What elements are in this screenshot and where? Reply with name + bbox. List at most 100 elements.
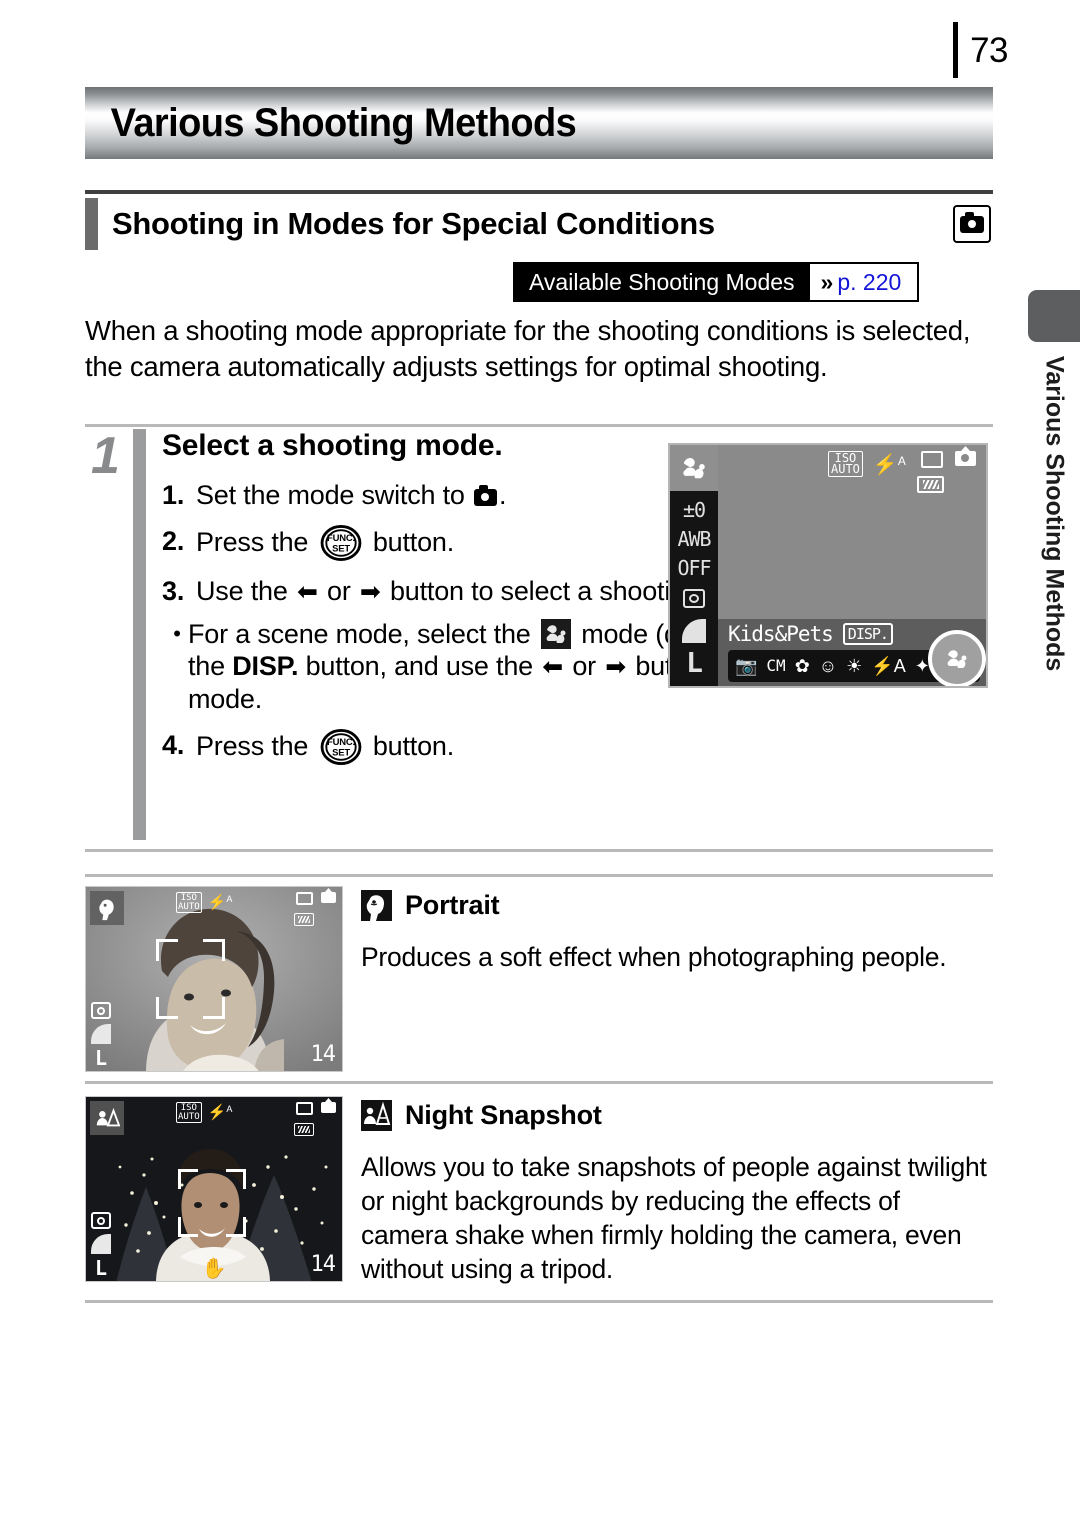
drive-mode-icon [921, 451, 943, 468]
digital-macro-icon[interactable]: ✿ [795, 657, 810, 675]
image-size-value: L [94, 1256, 108, 1280]
shots-remaining: 14 [310, 1252, 336, 1277]
side-tab-cap [1028, 290, 1080, 342]
substep-2-post: button. [365, 527, 455, 557]
step-accent-bar [133, 429, 146, 840]
af-frame-corner [178, 1217, 198, 1237]
side-tab-label: Various Shooting Methods [1040, 356, 1069, 672]
thumb-top-right-icons [296, 892, 336, 905]
auto-camera-icon[interactable]: 📷 [735, 657, 757, 675]
my-colors-off-value[interactable]: OFF [677, 558, 711, 578]
night-snapshot-icon [361, 1100, 392, 1131]
thumb-top-icons: ISO AUTO ⚡A [176, 1102, 232, 1123]
kids-and-pets-icon [947, 650, 967, 668]
af-frame-corner [226, 1169, 246, 1189]
func-set-button-icon: FUNC.SET [320, 525, 361, 561]
selected-mode-name: Kids&Pets [728, 622, 834, 646]
night-snapshot-mode-indicator-icon [90, 1101, 124, 1135]
svg-text:FUNC.: FUNC. [327, 737, 355, 748]
disp-button-label: DISP. [232, 651, 299, 681]
indoor-a-icon[interactable]: ⚡A [871, 657, 905, 675]
separator-above-night-snapshot [85, 1081, 993, 1084]
exposure-compensation-value[interactable]: ±0 [683, 500, 706, 520]
af-frame-corner [156, 997, 178, 1019]
portrait-mode-info: Portrait Produces a soft effect when pho… [361, 886, 993, 1072]
flash-auto-icon: ⚡A [207, 894, 233, 911]
double-chevron-right-icon: » [820, 268, 834, 295]
right-arrow-icon: ➡ [605, 653, 627, 681]
chapter-title-bar: Various Shooting Methods [85, 87, 993, 159]
mode-selection-bar[interactable]: 📷 CM ✿ ☺ ☀ ⚡A ✦ [728, 630, 986, 686]
night-snapshot-description: Allows you to take snapshots of people a… [361, 1152, 987, 1284]
page-number-rule [953, 22, 959, 78]
separator-above-portrait-upper [85, 849, 993, 852]
kids-and-pets-icon [683, 458, 705, 479]
camera-mode-icon [321, 892, 336, 903]
metering-icon [91, 1002, 111, 1019]
section-heading: Shooting in Modes for Special Conditions [85, 190, 993, 252]
quality-icon [91, 1024, 111, 1044]
intro-paragraph: When a shooting mode appropriate for the… [85, 315, 971, 382]
section-heading-row: Shooting in Modes for Special Conditions [85, 196, 993, 252]
right-arrow-icon: ➡ [359, 578, 381, 606]
camera-icon [474, 485, 498, 506]
battery-icon [294, 913, 314, 926]
substep-4: 4. Press the FUNC. SET button. [162, 729, 993, 765]
selected-mode-highlight[interactable] [928, 630, 986, 686]
portrait-mode-indicator-icon [90, 891, 124, 925]
substep-2-pre: Press the [196, 527, 316, 557]
separator-above-portrait [85, 874, 993, 877]
substep-1-post: . [499, 480, 507, 510]
left-arrow-icon: ⬅ [296, 578, 318, 606]
disp-button-hint: DISP. [842, 623, 893, 645]
substep-4-text: Press the FUNC. SET button. [196, 729, 993, 765]
night-snapshot-title-row: Night Snapshot [361, 1100, 993, 1131]
lcd-live-view: ISO AUTO ⚡A [718, 445, 986, 623]
substep-3-marker: 3. [162, 576, 185, 606]
svg-text:FUNC.: FUNC. [327, 533, 355, 544]
lcd-func-sidebar[interactable]: ±0 AWB OFF L [670, 445, 718, 686]
quality-icon[interactable] [682, 619, 706, 643]
reference-link[interactable]: » p. 220 [809, 264, 918, 300]
flash-auto-icon: ⚡A [872, 454, 906, 476]
af-frame-corner [226, 1217, 246, 1237]
available-shooting-modes-reference[interactable]: Available Shooting Modes » p. 220 [513, 262, 920, 302]
white-balance-value[interactable]: AWB [677, 529, 711, 549]
lcd-sidebar-selected-icon[interactable] [670, 445, 718, 491]
page-reference-link[interactable]: p. 220 [837, 269, 901, 296]
step-number: 1 [91, 427, 120, 485]
substep-3-pre: Use the [196, 576, 295, 606]
portrait-icon[interactable]: ☺ [819, 657, 837, 675]
bullet-marker: • [173, 621, 181, 646]
section-accent-bar [85, 198, 98, 250]
portrait-title: Portrait [405, 890, 500, 920]
iso-auto-icon: ISO AUTO [176, 892, 202, 913]
quality-icon [91, 1234, 111, 1254]
bullet-part-4: or [565, 651, 604, 681]
substep-2-marker: 2. [162, 526, 185, 556]
drive-mode-icon [296, 1102, 313, 1115]
metering-icon[interactable] [683, 589, 705, 608]
camera-shake-warning-icon: ✋ [201, 1258, 227, 1280]
portrait-sample-photo: ISO AUTO ⚡A L 14 [85, 886, 343, 1072]
bullet-part-1: For a scene mode, select the [188, 619, 538, 649]
mode-entry-portrait: ISO AUTO ⚡A L 14 Portrait Produces a soft… [85, 886, 993, 1072]
af-frame-corner [156, 939, 178, 961]
af-frame-corner [203, 939, 225, 961]
mode-entry-night-snapshot: ISO AUTO ⚡A L ✋ 14 Night Snapshot Allows … [85, 1096, 993, 1286]
manual-cm-icon[interactable]: CM [766, 658, 785, 674]
page-number-block: 73 [953, 22, 1008, 78]
af-frame-corner [178, 1169, 198, 1189]
kids-and-pets-icon [540, 619, 571, 649]
metering-icon [91, 1212, 111, 1229]
page-number: 73 [970, 30, 1008, 70]
image-size-value[interactable]: L [686, 649, 703, 677]
iso-auto-icon: ISO AUTO [176, 1102, 202, 1123]
reference-label: Available Shooting Modes [515, 264, 810, 300]
night-snapshot-icon[interactable]: ☀ [846, 657, 862, 675]
substep-1-pre: Set the mode switch to [196, 480, 473, 510]
thumb-top-right-icons [296, 1102, 336, 1115]
side-tab: Various Shooting Methods [1028, 290, 1080, 710]
camera-mode-icon [321, 1102, 336, 1113]
thumb-left-icon-stack: L [91, 1002, 111, 1068]
